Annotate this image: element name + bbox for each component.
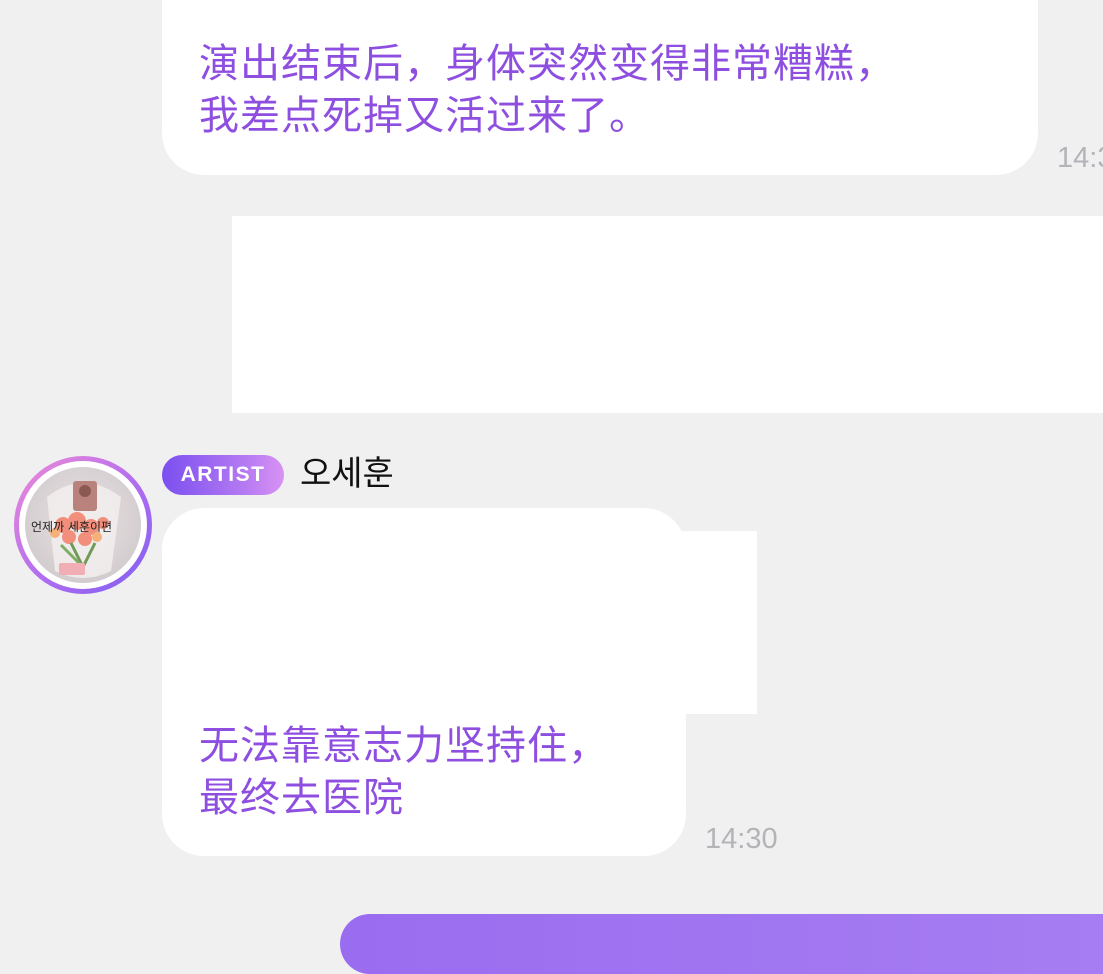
message-timestamp: 14:3 — [1057, 142, 1103, 174]
media-attachment[interactable] — [172, 531, 757, 714]
message-text: 无法靠意志力坚持住， 最终去医院 — [199, 723, 609, 821]
media-attachment[interactable] — [232, 216, 1103, 413]
message-timestamp: 14:30 — [705, 823, 778, 855]
sender-name[interactable]: 오세훈 — [300, 452, 394, 496]
avatar-image: 언제까 세훈이편 — [25, 467, 141, 583]
outgoing-message-bubble[interactable] — [340, 914, 1103, 974]
avatar[interactable]: 언제까 세훈이편 — [14, 456, 152, 594]
message-text: 演出结束后，身体突然变得非常糟糕， 我差点死掉又活过来了。 — [199, 41, 896, 139]
avatar-caption: 언제까 세훈이편 — [31, 520, 113, 534]
artist-badge: ARTIST — [162, 455, 284, 495]
